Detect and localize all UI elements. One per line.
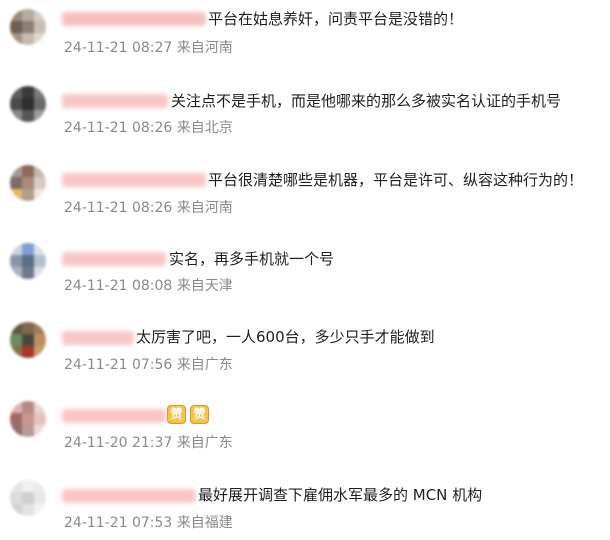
comment-location: 来自天津 — [176, 278, 233, 294]
username-redacted[interactable] — [62, 409, 166, 423]
comment-meta: 24-11-21 08:26 来自河南 — [64, 199, 233, 217]
comment-text: 最好展开调查下雇佣水军最多的 MCN 机构 — [198, 486, 483, 504]
avatar[interactable] — [10, 401, 46, 437]
comment-location: 来自广东 — [176, 357, 233, 373]
comment-location: 来自北京 — [176, 120, 233, 136]
avatar[interactable] — [10, 243, 46, 279]
comment-location: 来自广东 — [176, 435, 233, 451]
comment-meta: 24-11-21 08:08 来自天津 — [64, 277, 233, 295]
username-redacted[interactable] — [62, 489, 196, 503]
praise-emoji-icon: 赞 — [167, 405, 186, 424]
praise-emoji-icon: 赞 — [190, 405, 209, 424]
comment-location: 来自河南 — [176, 200, 233, 216]
username-redacted[interactable] — [62, 331, 134, 345]
comment-time: 24-11-21 08:08 — [64, 278, 173, 294]
comment-location: 来自福建 — [176, 515, 233, 531]
username-redacted[interactable] — [62, 252, 166, 266]
username-redacted[interactable] — [62, 94, 168, 108]
comment-text: 平台很清楚哪些是机器，平台是许可、纵容这种行为的！ — [208, 171, 584, 189]
username-redacted[interactable] — [62, 173, 206, 187]
avatar[interactable] — [10, 165, 46, 201]
comment-time: 24-11-21 07:53 — [64, 515, 173, 531]
avatar[interactable] — [10, 322, 46, 358]
comment-time: 24-11-20 21:37 — [64, 435, 173, 451]
comment-text: 关注点不是手机，而是他哪来的那么多被实名认证的手机号 — [171, 92, 562, 110]
comment-meta: 24-11-21 08:26 来自北京 — [64, 119, 233, 137]
comment-item: 最好展开调查下雇佣水军最多的 MCN 机构 24-11-21 07:53 来自福… — [0, 0, 610, 531]
comment-list: 平台在姑息养奸，问责平台是没错的！ 24-11-21 08:27 来自河南 关注… — [0, 0, 610, 540]
comment-time: 24-11-21 08:26 — [64, 200, 173, 216]
comment-meta: 24-11-21 07:53 来自福建 — [64, 514, 233, 532]
comment-text: 实名，再多手机就一个号 — [169, 250, 335, 268]
comment-meta: 24-11-21 07:56 来自广东 — [64, 356, 233, 374]
avatar[interactable] — [10, 86, 46, 122]
comment-time: 24-11-21 08:26 — [64, 120, 173, 136]
comment-meta: 24-11-20 21:37 来自广东 — [64, 434, 233, 452]
comment-text: 太厉害了吧，一人600台，多少只手才能做到 — [136, 328, 435, 346]
avatar[interactable] — [10, 480, 46, 516]
comment-time: 24-11-21 07:56 — [64, 357, 173, 373]
